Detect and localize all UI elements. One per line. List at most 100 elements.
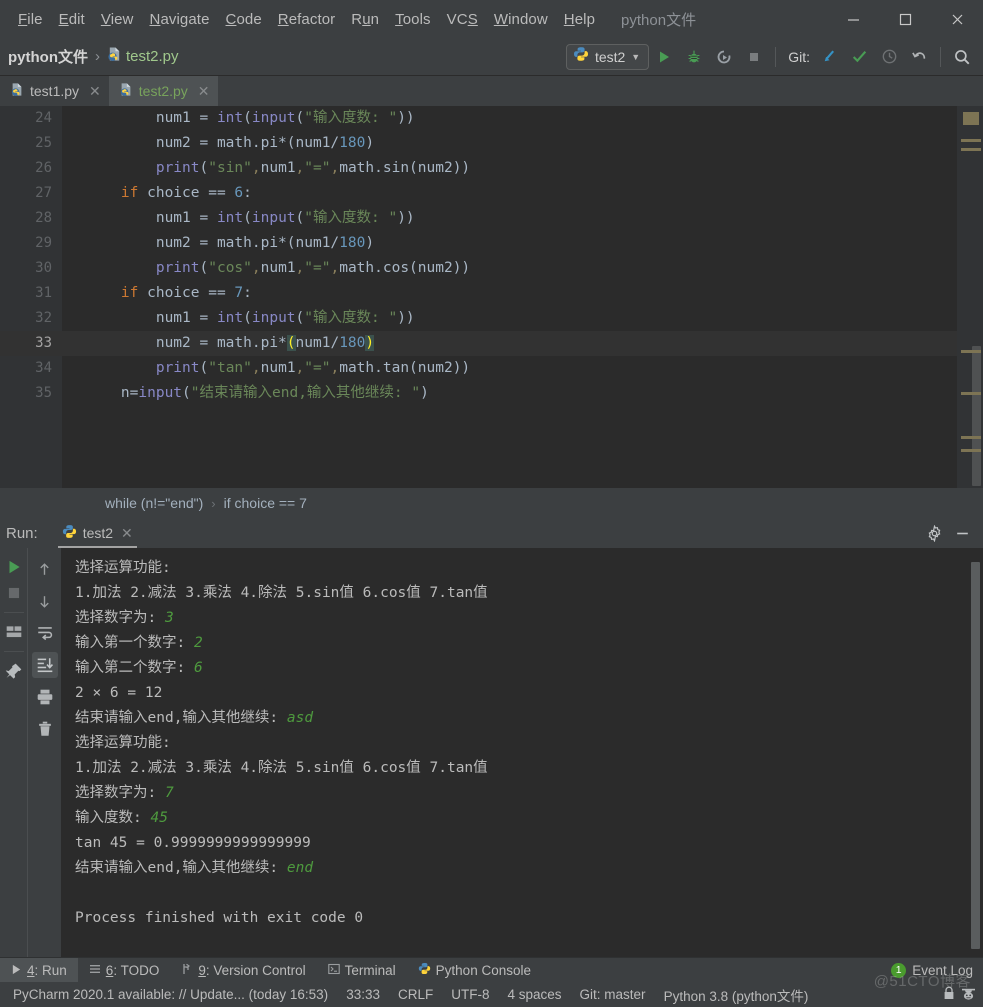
- tool-window-run[interactable]: 4: Run: [0, 957, 78, 983]
- menu-navigate[interactable]: Navigate: [142, 8, 218, 31]
- console-line: 1.加法 2.减法 3.乘法 4.除法 5.sin值 6.cos值 7.tan值: [75, 756, 983, 781]
- scroll-to-end-button[interactable]: [31, 652, 58, 678]
- error-stripe-marker[interactable]: [961, 449, 981, 452]
- update-project-icon[interactable]: [814, 42, 844, 72]
- close-icon[interactable]: ✕: [198, 83, 210, 100]
- up-stack-trace-button[interactable]: [32, 556, 58, 582]
- breadcrumb-item-if[interactable]: if choice == 7: [224, 495, 307, 511]
- console-line: 选择数字为: 7: [75, 781, 983, 806]
- status-indent[interactable]: 4 spaces: [499, 987, 571, 1002]
- menu-run[interactable]: Run: [343, 8, 387, 31]
- print-button[interactable]: [32, 684, 58, 710]
- run-configuration-selector[interactable]: test2 ▼: [565, 43, 650, 70]
- tool-window-todo[interactable]: 6: TODO: [78, 958, 171, 983]
- menu-window[interactable]: Window: [486, 8, 556, 31]
- editor-vertical-scrollbar[interactable]: [972, 346, 981, 486]
- status-update-message[interactable]: PyCharm 2020.1 available: // Update... (…: [4, 987, 337, 1002]
- run-panel-tab-test2[interactable]: test2 ✕: [56, 521, 139, 549]
- toolbar-divider-2: [3, 651, 24, 652]
- error-stripe-marker[interactable]: [961, 139, 981, 142]
- menu-edit[interactable]: Edit: [51, 8, 93, 31]
- stop-button[interactable]: [1, 580, 27, 606]
- code-breadcrumb-bar: while (n!="end") › if choice == 7: [0, 488, 983, 518]
- console-user-input: end: [286, 860, 314, 876]
- rollback-icon[interactable]: [904, 42, 934, 72]
- close-icon[interactable]: [931, 0, 983, 38]
- error-stripe-marker[interactable]: [961, 148, 981, 151]
- code-line-29: num2 = math.pi*(num1/180): [86, 235, 375, 251]
- console-text: 结束请输入end,输入其他继续:: [75, 860, 287, 876]
- soft-wrap-button[interactable]: [32, 620, 58, 646]
- status-encoding[interactable]: UTF-8: [442, 987, 498, 1002]
- breadcrumb-separator-icon: ›: [95, 48, 100, 65]
- rerun-button[interactable]: [1, 554, 27, 580]
- terminal-icon: [327, 963, 340, 978]
- menu-help[interactable]: Help: [556, 8, 603, 31]
- status-line-separator[interactable]: CRLF: [389, 987, 442, 1002]
- toolbar-breadcrumb-project[interactable]: python文件: [8, 46, 88, 67]
- editor-tab-label: test1.py: [30, 83, 80, 99]
- hector-icon[interactable]: [960, 985, 977, 1004]
- run-button[interactable]: [649, 42, 679, 72]
- search-everywhere-icon[interactable]: [947, 42, 977, 72]
- status-interpreter[interactable]: Python 3.8 (python文件): [655, 985, 818, 1005]
- editor-tab-test1[interactable]: test1.py ✕: [0, 76, 109, 106]
- breadcrumb-item-while[interactable]: while (n!="end"): [105, 495, 203, 511]
- toolbar-breadcrumb-file[interactable]: test2.py: [126, 48, 179, 65]
- main-toolbar: python文件 › test2.py test2 ▼ Git:: [0, 38, 983, 76]
- code-editor[interactable]: 24 25 26 27 28 29 30 31 32 33 34 35 num1…: [0, 106, 983, 488]
- maximize-icon[interactable]: [879, 0, 931, 38]
- error-stripe-marker[interactable]: [961, 392, 981, 395]
- menu-refactor[interactable]: Refactor: [270, 8, 344, 31]
- stop-button[interactable]: [739, 42, 769, 72]
- run-console-output[interactable]: 选择运算功能: 1.加法 2.减法 3.乘法 4.除法 5.sin值 6.cos…: [61, 548, 983, 957]
- status-caret-position[interactable]: 33:33: [337, 987, 389, 1002]
- console-user-input: 3: [164, 610, 174, 626]
- close-icon[interactable]: ✕: [121, 525, 133, 542]
- history-icon[interactable]: [874, 42, 904, 72]
- tool-window-version-control[interactable]: 9: Version Control: [170, 958, 316, 983]
- lock-icon[interactable]: [942, 986, 956, 1004]
- menu-code[interactable]: Code: [218, 8, 270, 31]
- editor-error-stripe[interactable]: [957, 106, 983, 488]
- clear-all-button[interactable]: [32, 716, 58, 742]
- editor-code-area[interactable]: num1 = int(input("输入度数: ")) num2 = math.…: [62, 106, 983, 488]
- gear-icon[interactable]: [921, 520, 947, 546]
- status-git-branch[interactable]: Git: master: [571, 987, 655, 1002]
- run-with-coverage-button[interactable]: [709, 42, 739, 72]
- error-stripe-marker[interactable]: [961, 350, 981, 353]
- console-line: 结束请输入end,输入其他继续: end: [75, 856, 983, 881]
- console-text: 选择数字为:: [75, 610, 165, 626]
- pin-tab-button[interactable]: [1, 658, 27, 684]
- code-line-26: print("sin",num1,"=",math.sin(num2)): [155, 160, 471, 176]
- run-panel-left-toolbar: [0, 548, 27, 957]
- close-icon[interactable]: ✕: [89, 83, 101, 100]
- console-vertical-scrollbar[interactable]: [971, 562, 980, 949]
- commit-icon[interactable]: [844, 42, 874, 72]
- event-log-label[interactable]: Event Log: [912, 963, 973, 978]
- run-panel-header-actions: [921, 520, 983, 546]
- hide-panel-icon[interactable]: [949, 520, 975, 546]
- run-config-name: test2: [594, 48, 626, 65]
- event-log-area: 1 Event Log: [891, 962, 983, 978]
- event-log-badge: 1: [891, 962, 907, 978]
- tool-window-terminal[interactable]: Terminal: [317, 958, 407, 983]
- tool-window-python-console[interactable]: Python Console: [407, 958, 542, 983]
- python-file-icon: [10, 82, 24, 100]
- editor-gutter[interactable]: 24 25 26 27 28 29 30 31 32 33 34 35: [0, 106, 62, 488]
- layout-settings-button[interactable]: [1, 619, 27, 645]
- menu-file[interactable]: File: [10, 8, 51, 31]
- error-stripe-marker[interactable]: [961, 436, 981, 439]
- editor-tab-test2[interactable]: test2.py ✕: [108, 76, 218, 106]
- run-panel-console-toolbar: [27, 548, 61, 957]
- menu-vcs[interactable]: VCS: [439, 8, 486, 31]
- down-stack-trace-button[interactable]: [32, 588, 58, 614]
- menu-tools[interactable]: Tools: [387, 8, 439, 31]
- debug-button[interactable]: [679, 42, 709, 72]
- code-line-30: print("cos",num1,"=",math.cos(num2)): [155, 260, 471, 276]
- minimize-icon[interactable]: [827, 0, 879, 38]
- menu-view[interactable]: View: [93, 8, 142, 31]
- error-stripe-marker[interactable]: [963, 112, 979, 125]
- python-file-icon: [119, 82, 133, 100]
